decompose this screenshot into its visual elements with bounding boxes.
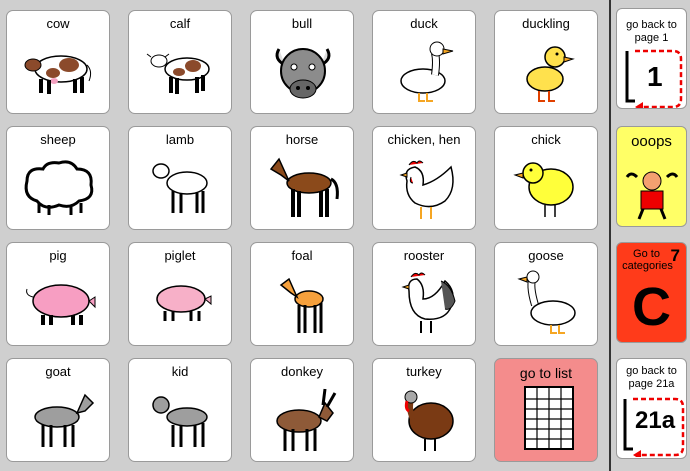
cell-label: foal [291,248,313,263]
cell-duckling[interactable]: duckling [494,10,598,114]
donkey-icon [276,388,337,451]
duck-icon [400,41,454,102]
cell-bull[interactable]: bull [250,10,354,114]
cell-rooster[interactable]: rooster [372,242,476,346]
go-back-page-1-button[interactable]: go back to page 1 1 [616,8,687,109]
cell-kid[interactable]: kid [128,358,232,462]
cell-label: pig [49,248,67,263]
back21-line1: go back to [626,365,677,377]
cell-donkey[interactable]: donkey [250,358,354,462]
bull-icon [275,48,331,99]
person-ooops-icon [625,171,679,220]
go-back-page-21a-button[interactable]: go back to page 21a 21a [616,358,687,459]
cell-label: kid [171,364,189,379]
rooster-icon [401,272,456,333]
vocabulary-grid: cow calf bull duck duckling sheep lamb h… [0,0,610,471]
cell-goose[interactable]: goose [494,242,598,346]
list-icon [524,386,574,450]
cell-turkey[interactable]: turkey [372,358,476,462]
turkey-icon [404,390,454,451]
cell-label: goat [45,364,71,379]
cell-label: horse [285,132,319,147]
ooops-button[interactable]: ooops [616,126,687,227]
cell-sheep[interactable]: sheep [6,126,110,230]
duckling-icon [526,46,575,102]
cell-label: duck [410,16,438,31]
cell-calf[interactable]: calf [128,10,232,114]
cell-label: donkey [281,364,323,379]
cell-label: lamb [165,132,195,147]
cell-hen[interactable]: chicken, hen [372,126,476,230]
cell-pig[interactable]: pig [6,242,110,346]
categories-letter: C [632,277,671,337]
horse-icon [269,157,339,217]
goat-icon [34,393,95,447]
cell-label: calf [169,16,191,31]
cell-piglet[interactable]: piglet [128,242,232,346]
calf-icon [146,53,210,94]
page-number: 21a [635,407,676,434]
cell-label: go to list [519,365,573,381]
goose-icon [517,270,576,334]
cell-label: cow [46,16,70,31]
cell-label: chicken, hen [387,132,461,147]
sheep-icon [24,160,94,215]
cell-label: bull [291,16,313,31]
cell-label: turkey [406,364,442,379]
cell-goat[interactable]: goat [6,358,110,462]
back21-line2: page 21a [628,378,675,390]
lamb-icon [152,163,208,213]
go-to-categories-button[interactable]: Go to categories 7 C [616,242,687,343]
cell-horse[interactable]: horse [250,126,354,230]
chick-icon [513,162,574,217]
cell-lamb[interactable]: lamb [128,126,232,230]
go-to-list-button[interactable]: go to list [494,358,598,462]
back1-line1: go back to [626,19,677,31]
cell-label: sheep [40,132,76,147]
kid-goat-icon [152,396,208,447]
cell-label: piglet [164,248,196,263]
foal-icon [279,277,324,333]
cell-foal[interactable]: foal [250,242,354,346]
cell-label: goose [528,248,564,263]
cell-label: duckling [522,16,570,31]
categories-number: 7 [670,246,680,265]
cell-label: chick [531,132,561,147]
hen-icon [399,160,454,219]
cell-duck[interactable]: duck [372,10,476,114]
pig-icon [26,284,96,325]
sidebar-divider [609,0,611,471]
cell-cow[interactable]: cow [6,10,110,114]
cow-icon [24,55,92,94]
back1-line2: page 1 [634,32,669,44]
cell-label: rooster [403,248,445,263]
page-number: 1 [647,61,663,92]
piglet-icon [156,285,212,321]
ooops-label: ooops [631,133,672,150]
cell-chick[interactable]: chick [494,126,598,230]
